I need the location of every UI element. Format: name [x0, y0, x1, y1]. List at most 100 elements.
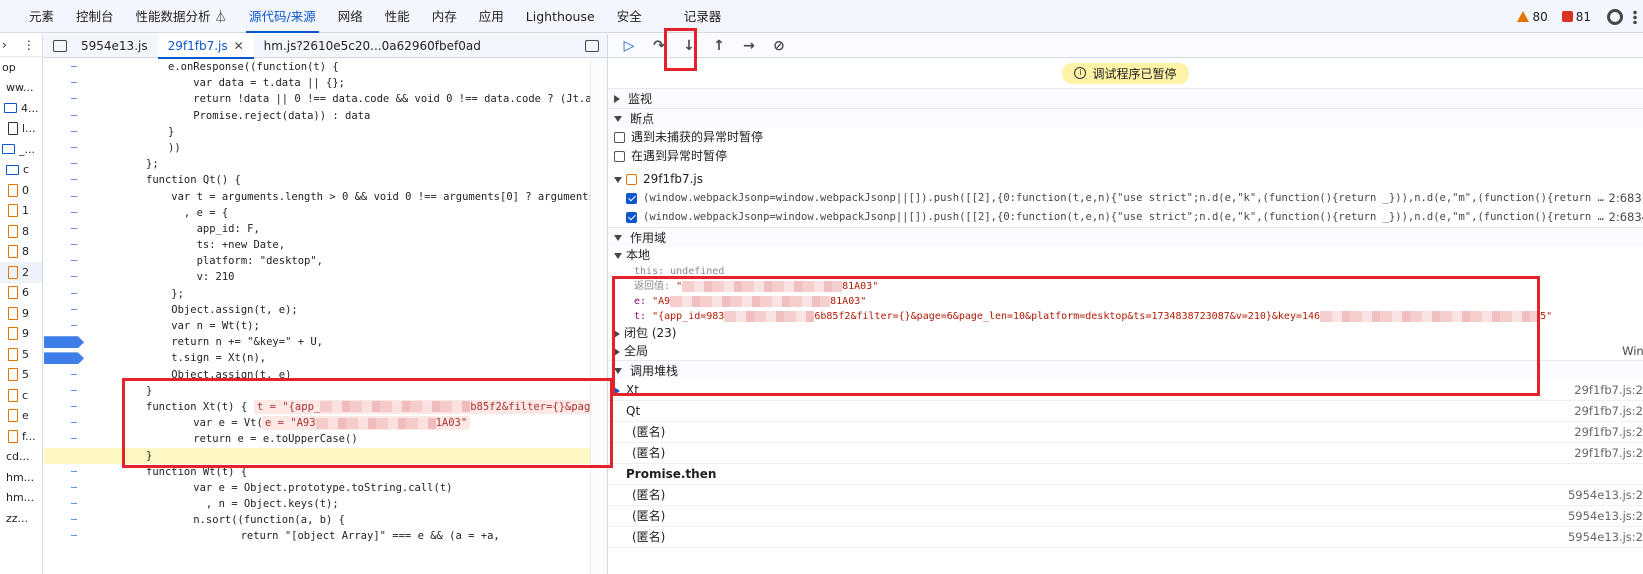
call-frame[interactable]: (匿名) 5954e13.js:2 — [608, 506, 1643, 527]
tree-item[interactable]: 0 — [0, 180, 42, 201]
tree-item[interactable]: c — [0, 160, 42, 181]
tree-item[interactable]: 5 — [0, 344, 42, 365]
code-line: – e.onResponse((function(t) { — [71, 61, 339, 73]
scope-closure[interactable]: 闭包 (23) — [608, 324, 1643, 343]
resume-icon[interactable]: ▷ — [620, 37, 638, 55]
breakpoint-marker[interactable] — [44, 336, 84, 349]
breakpoint-entry[interactable]: (window.webpackJsonp=window.webpackJsonp… — [608, 208, 1643, 227]
sidebar-toggle-icon[interactable] — [53, 39, 67, 52]
tab-elements[interactable]: 元素 — [18, 0, 65, 33]
tab-performance-insights[interactable]: 性能数据分析 ⏃ — [125, 0, 238, 33]
tab-recorder[interactable]: 记录器 — [673, 0, 733, 33]
warnings-badge[interactable]: 80 — [1517, 10, 1548, 24]
code-line: – Promise.reject(data)) : data — [71, 109, 371, 122]
gear-icon[interactable] — [1607, 8, 1623, 25]
step-into-icon[interactable]: ↓ — [680, 37, 698, 55]
tree-item[interactable]: zz... — [0, 508, 42, 529]
code-line: – ts: +new Date, — [71, 239, 286, 252]
folder-icon — [6, 164, 19, 175]
section-breakpoints[interactable]: 断点 — [608, 108, 1643, 128]
call-frame[interactable]: (匿名) 5954e13.js:2 — [608, 485, 1643, 506]
call-frame[interactable]: Xt 29f1fb7.js:2 — [608, 380, 1643, 401]
section-call-stack[interactable]: 调用堆栈 — [608, 360, 1643, 380]
code-line: – function Qt() { — [71, 174, 241, 187]
more-icon[interactable]: ⋮ — [23, 38, 35, 52]
tree-item[interactable]: op — [0, 57, 42, 78]
scope-global[interactable]: 全局Wind — [608, 343, 1643, 360]
more-options-icon[interactable] — [1633, 9, 1637, 24]
step-out-icon[interactable]: ↑ — [710, 37, 728, 55]
tree-item[interactable]: 4... — [0, 98, 42, 119]
scope-local[interactable]: 本地 — [608, 247, 1643, 264]
tree-item[interactable]: ww... — [0, 78, 42, 99]
tree-item[interactable]: hm... — [0, 488, 42, 509]
tree-item[interactable]: 6 — [0, 283, 42, 304]
inspect-icon[interactable] — [0, 0, 18, 33]
debugger-sidebar: ▷ ↷ ↓ ↑ → ⊘ i 调试程序已暂停 监视 断点 遇到未捕获的异常时暂停 在… — [608, 34, 1643, 574]
scope-var-t[interactable]: t: "{app_id=983 6b85f2&filter={}&page=6&p… — [608, 309, 1643, 324]
code-line-breakpoint[interactable]: t.sign = Xt(n), — [44, 350, 607, 366]
tab-memory[interactable]: 内存 — [421, 0, 468, 33]
breakpoint-entry[interactable]: (window.webpackJsonp=window.webpackJsonp… — [608, 189, 1643, 208]
folder-icon — [4, 103, 17, 114]
tab-lighthouse[interactable]: Lighthouse — [515, 0, 606, 33]
tree-item[interactable]: 1 — [0, 201, 42, 222]
call-frame[interactable]: Qt 29f1fb7.js:2 — [608, 401, 1643, 422]
breakpoint-file[interactable]: 29f1fb7.js — [608, 170, 1643, 189]
call-frame[interactable]: (匿名) 29f1fb7.js:2 — [608, 443, 1643, 464]
debugger-toggle-icon[interactable] — [585, 40, 599, 52]
errors-badge[interactable]: 81 — [1561, 10, 1591, 24]
pause-uncaught-checkbox[interactable]: 遇到未捕获的异常时暂停 — [608, 128, 1643, 147]
tree-item[interactable]: cd... — [0, 447, 42, 468]
code-line: – function Wt(t) { — [71, 465, 248, 478]
breakpoint-checkbox[interactable] — [626, 193, 637, 204]
pause-caught-checkbox[interactable]: 在遇到异常时暂停 — [608, 147, 1643, 166]
scope-var-e[interactable]: e: "A9 81A03" — [608, 294, 1643, 309]
tab-network[interactable]: 网络 — [327, 0, 374, 33]
call-frame[interactable]: (匿名) 5954e13.js:2 — [608, 527, 1643, 548]
tree-item[interactable]: 8 — [0, 221, 42, 242]
tree-item[interactable]: 2 — [0, 262, 42, 283]
code-editor[interactable]: – e.onResponse((function(t) { – var data … — [44, 59, 607, 574]
tree-item[interactable]: e — [0, 406, 42, 427]
scope-var-this[interactable]: this: undefined — [608, 264, 1643, 279]
tab-console[interactable]: 控制台 — [65, 0, 125, 33]
code-line: – var data = t.data || {}; — [71, 77, 346, 90]
code-scrollbar[interactable] — [590, 59, 607, 574]
code-line-breakpoint[interactable]: return n += "&key=" + U, — [44, 334, 607, 350]
chevron-right-icon[interactable]: › — [2, 38, 7, 52]
tree-item[interactable]: 9 — [0, 303, 42, 324]
tree-item[interactable]: l... — [0, 119, 42, 140]
tree-item[interactable]: hm... — [0, 467, 42, 488]
call-frame[interactable]: (匿名) 29f1fb7.js:2 — [608, 422, 1643, 443]
code-line: – return e = e.toUpperCase() — [71, 433, 358, 446]
tab-application[interactable]: 应用 — [468, 0, 515, 33]
collapse-icon — [614, 252, 622, 259]
code-line: – Object.assign(t, e); — [71, 303, 298, 316]
code-line: – app_id: F, — [71, 222, 260, 235]
tree-item[interactable]: 5 — [0, 365, 42, 386]
section-scope[interactable]: 作用域 — [608, 227, 1643, 247]
scope-var-return[interactable]: 返回值: " 81A03" — [608, 279, 1643, 294]
code-line: –)) — [71, 141, 181, 154]
code-line: – var e = Vt(t); e = "A93 1A03" — [44, 415, 607, 431]
tree-item[interactable]: 8 — [0, 242, 42, 263]
deactivate-breakpoints-icon[interactable]: ⊘ — [770, 37, 788, 55]
breakpoint-checkbox[interactable] — [626, 212, 637, 223]
editor-tab-5954e13[interactable]: 5954e13.js — [71, 34, 158, 58]
step-icon[interactable]: → — [740, 37, 758, 55]
section-watch[interactable]: 监视 — [608, 88, 1643, 108]
editor-tab-29f1fb7[interactable]: 29f1fb7.js ✕ — [157, 33, 254, 59]
step-over-icon[interactable]: ↷ — [650, 37, 668, 55]
close-icon[interactable]: ✕ — [234, 39, 244, 53]
tab-sources[interactable]: 源代码/来源 — [238, 0, 327, 33]
breakpoint-marker[interactable] — [44, 352, 84, 365]
editor-tab-hm[interactable]: hm.js?2610e5c20...0a62960fbef0ad — [254, 34, 491, 58]
tree-item[interactable]: c — [0, 385, 42, 406]
async-boundary: Promise.then — [608, 464, 1643, 485]
tab-performance[interactable]: 性能 — [374, 0, 421, 33]
tree-item[interactable]: f... — [0, 426, 42, 447]
tab-security[interactable]: 安全 — [606, 0, 653, 33]
tree-item[interactable]: _... — [0, 139, 42, 160]
tree-item[interactable]: 9 — [0, 324, 42, 345]
